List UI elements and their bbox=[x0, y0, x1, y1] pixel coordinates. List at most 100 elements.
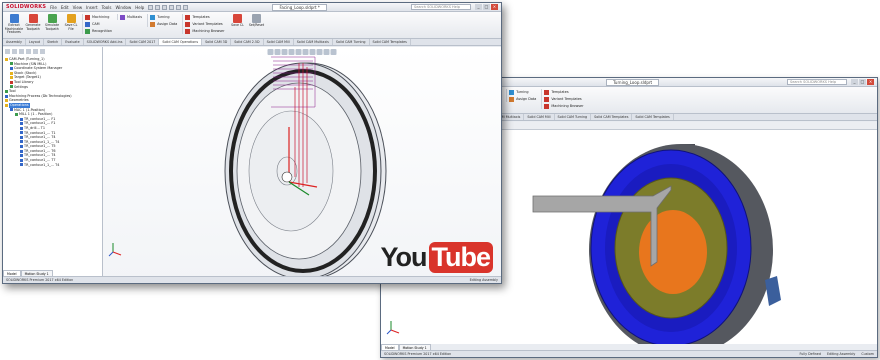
rebuild-icon[interactable] bbox=[183, 4, 189, 10]
set-reset-icon bbox=[252, 14, 262, 23]
ribbon-item-variant-templates[interactable]: Variant Templates bbox=[185, 21, 224, 27]
front-tab-10[interactable]: Solid CAM Multiaxis bbox=[294, 39, 333, 45]
ribbon-item-templates[interactable]: Templates bbox=[185, 14, 224, 20]
menu-view[interactable]: View bbox=[73, 5, 83, 10]
status-edition: SOLIDWORKS Premium 2017 x64 Edition bbox=[6, 278, 74, 282]
front-tab-0[interactable]: Assembly bbox=[3, 39, 26, 45]
minimize-button[interactable]: _ bbox=[474, 4, 482, 10]
tree-node-label: TR_contour1_1_... T4 bbox=[24, 162, 60, 167]
back-ribbon-item-templates[interactable]: Templates bbox=[544, 89, 583, 95]
front-tab-7[interactable]: Solid CAM 3D bbox=[202, 39, 232, 45]
back-close-button[interactable]: × bbox=[867, 79, 874, 85]
window-controls: _ □ × bbox=[474, 4, 498, 10]
front-ribbon: Extract Machinable Features Generate Too… bbox=[3, 12, 501, 39]
simulate-toolpath-button[interactable]: Simulate Toolpath bbox=[44, 14, 60, 31]
recognition-label: Recognition bbox=[92, 29, 112, 33]
front-tab-2[interactable]: Sketch bbox=[44, 39, 63, 45]
property-manager-icon[interactable] bbox=[12, 49, 17, 54]
menu-help[interactable]: Help bbox=[135, 5, 144, 10]
front-tab-5[interactable]: Solid CAM 2017 bbox=[126, 39, 160, 45]
ribbon-item-turning[interactable]: Turning bbox=[150, 14, 177, 20]
back-status-edition: SOLIDWORKS Premium 2017 x64 Edition bbox=[384, 352, 452, 356]
front-tab-3[interactable]: Evaluate bbox=[62, 39, 84, 45]
cam-tree-icon[interactable] bbox=[40, 49, 45, 54]
youtube-logo: You Tube bbox=[380, 242, 493, 273]
tree-node-icon bbox=[5, 89, 8, 93]
menu-file[interactable]: File bbox=[50, 5, 57, 10]
back-minimize-button[interactable]: _ bbox=[851, 79, 858, 85]
back-ribbon-item-assign-data[interactable]: Assign Data bbox=[509, 96, 536, 102]
menu-edit[interactable]: Edit bbox=[61, 5, 69, 10]
save-icon[interactable] bbox=[162, 4, 168, 10]
print-icon[interactable] bbox=[169, 4, 175, 10]
tree-node-icon bbox=[10, 66, 13, 70]
side-clamp bbox=[765, 276, 781, 306]
generate-toolpath-button[interactable]: Generate Toolpath bbox=[25, 14, 41, 31]
part-face bbox=[639, 210, 707, 294]
ribbon-item-recognition[interactable]: Recognition bbox=[85, 28, 112, 34]
back-maximize-button[interactable]: □ bbox=[859, 79, 866, 85]
document-title: Facing_Loop.sldprt * bbox=[272, 3, 327, 11]
front-tab-9[interactable]: Solid CAM Mill bbox=[264, 39, 294, 45]
back-help-search-input[interactable]: Search SOLIDWORKS Help bbox=[787, 79, 847, 85]
ribbon-item-machining[interactable]: Machining bbox=[85, 14, 112, 20]
back-ribbon-item-variant-templates[interactable]: Variant Templates bbox=[544, 96, 583, 102]
ribbon-item-multiaxis[interactable]: Multiaxis bbox=[119, 14, 142, 20]
front-tab-12[interactable]: Solid CAM Templates bbox=[370, 39, 411, 45]
save-cl-icon bbox=[233, 14, 243, 23]
front-tab-6[interactable]: Solid CAM Operations bbox=[159, 39, 203, 45]
back-tab-4[interactable]: Solid CAM Mill bbox=[524, 114, 555, 120]
tree-node-icon bbox=[20, 117, 23, 121]
front-tab-8[interactable]: Solid CAM 2.5D bbox=[231, 39, 264, 45]
ribbon-item-cam[interactable]: CAM bbox=[85, 21, 112, 27]
open-folder-icon[interactable] bbox=[155, 4, 161, 10]
back-assign-data-icon bbox=[509, 96, 515, 102]
save-cl-button[interactable]: Save CL bbox=[230, 14, 246, 28]
back-ribbon-group-turning: Turning Assign Data bbox=[506, 89, 538, 102]
back-window-controls: _ □ × bbox=[851, 79, 874, 85]
machining-browser-icon bbox=[185, 28, 191, 34]
display-manager-icon[interactable] bbox=[33, 49, 38, 54]
menu-tools[interactable]: Tools bbox=[102, 5, 112, 10]
back-variant-templates-icon bbox=[544, 96, 550, 102]
maximize-button[interactable]: □ bbox=[482, 4, 490, 10]
save-cl-file-label: Save CL File bbox=[64, 23, 78, 31]
ribbon-group-templates: Templates Variant Templates Machining Br… bbox=[182, 14, 226, 34]
extract-features-button[interactable]: Extract Machinable Features bbox=[4, 14, 24, 35]
front-body: CAM-Part (Turning_1) Machine (SIN MILL) Co… bbox=[3, 47, 501, 283]
feature-tree-icon[interactable] bbox=[5, 49, 10, 54]
youtube-logo-tube: Tube bbox=[428, 242, 493, 273]
configuration-icon[interactable] bbox=[19, 49, 24, 54]
front-menu-bar: File Edit View Insert Tools Window Help bbox=[50, 5, 144, 10]
back-tab-5[interactable]: Solid CAM Turning bbox=[555, 114, 592, 120]
save-cl-file-button[interactable]: Save CL File bbox=[63, 14, 79, 31]
back-tab-6[interactable]: Solid CAM Templates bbox=[591, 114, 633, 120]
back-turning-icon bbox=[509, 89, 515, 95]
new-file-icon[interactable] bbox=[148, 4, 154, 10]
back-tab-7[interactable]: Solid CAM Templates bbox=[632, 114, 674, 120]
extract-features-label: Extract Machinable Features bbox=[4, 23, 24, 35]
recognition-icon bbox=[85, 28, 90, 34]
back-ribbon-item-machining-browser[interactable]: Machining Browser bbox=[544, 103, 584, 109]
youtube-logo-you: You bbox=[380, 242, 428, 272]
set-reset-button[interactable]: Set/Reset bbox=[249, 14, 265, 28]
assign-data-icon bbox=[150, 21, 156, 27]
front-graphics-area[interactable]: You Tube bbox=[103, 47, 501, 283]
ribbon-item-assign-data[interactable]: Assign Data bbox=[150, 21, 177, 27]
feature-manager-tree: CAM-Part (Turning_1) Machine (SIN MILL) Co… bbox=[3, 47, 103, 283]
ribbon-item-machining-browser[interactable]: Machining Browser bbox=[185, 28, 225, 34]
undo-icon[interactable] bbox=[176, 4, 182, 10]
back-ribbon-item-turning[interactable]: Turning bbox=[509, 89, 536, 95]
status-editing: Editing Assembly bbox=[469, 278, 498, 282]
front-tab-1[interactable]: Layout bbox=[26, 39, 45, 45]
menu-insert[interactable]: Insert bbox=[86, 5, 97, 10]
quick-access-toolbar bbox=[148, 4, 189, 10]
front-tab-11[interactable]: Solid CAM Turning bbox=[333, 39, 370, 45]
back-machining-browser-label: Machining Browser bbox=[551, 104, 584, 108]
tree-node[interactable]: TR_contour1_1_... T4 bbox=[5, 163, 100, 168]
menu-window[interactable]: Window bbox=[115, 5, 131, 10]
front-tab-4[interactable]: SOLIDWORKS Add-Ins bbox=[84, 39, 127, 45]
close-button[interactable]: × bbox=[490, 4, 498, 10]
help-search-input[interactable]: Search SOLIDWORKS Help bbox=[410, 4, 471, 10]
dim-expert-icon[interactable] bbox=[26, 49, 31, 54]
